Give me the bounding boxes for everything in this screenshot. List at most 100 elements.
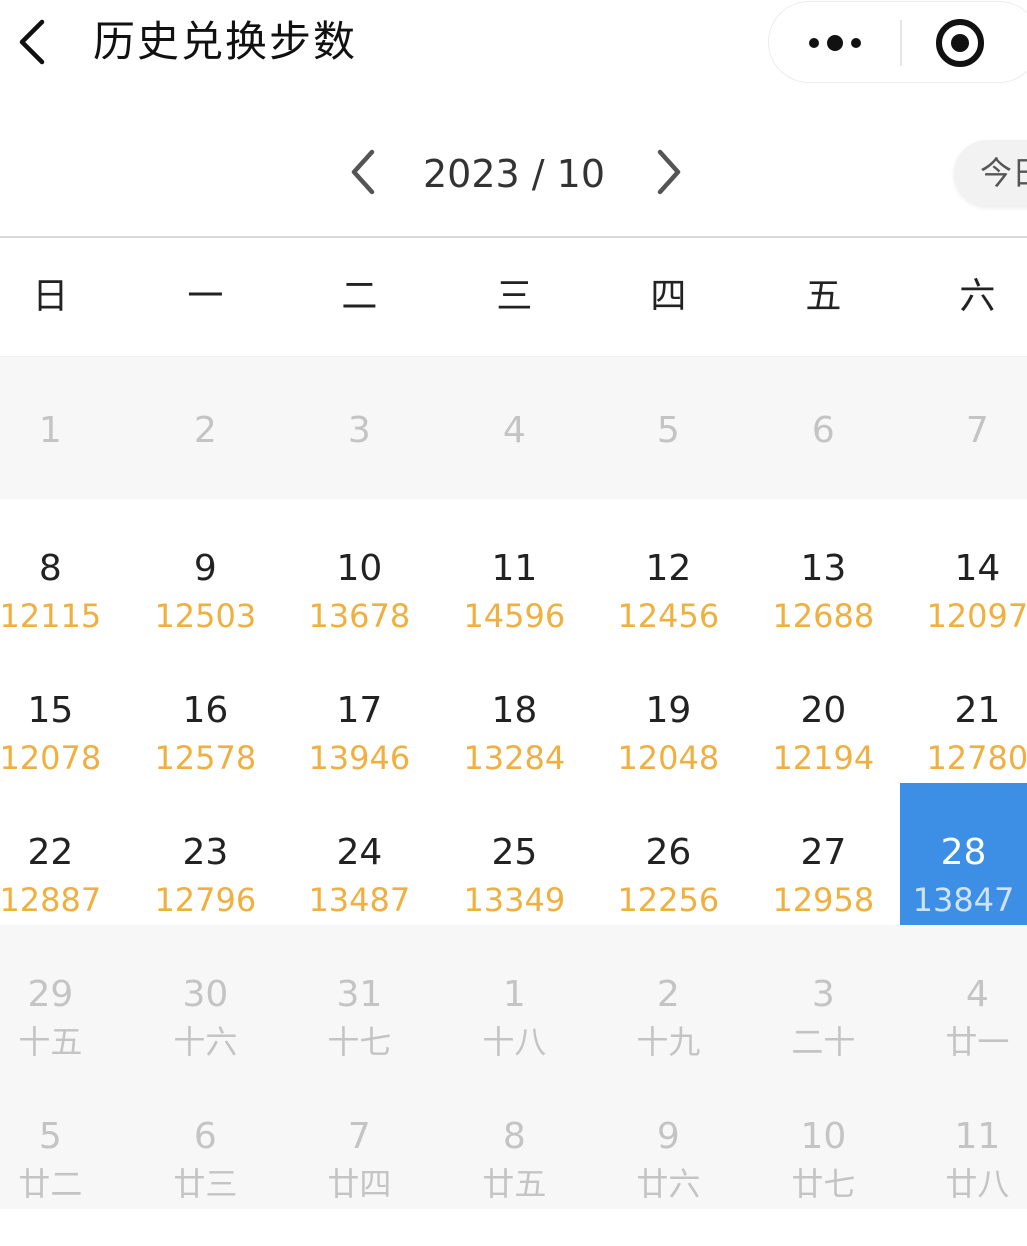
step-count: 13349 — [463, 881, 566, 919]
day-number: 25 — [491, 832, 538, 873]
day-number: 1 — [502, 974, 526, 1015]
calendar-day[interactable]: 14 12097 — [900, 499, 1027, 641]
step-count: 12256 — [617, 881, 720, 919]
capsule-divider — [900, 20, 902, 66]
calendar-day[interactable]: 5 廿二 — [0, 1067, 128, 1209]
calendar-day[interactable]: 10 廿七 — [746, 1067, 901, 1209]
calendar-day[interactable]: 3 — [282, 357, 437, 499]
calendar-day[interactable]: 30 十六 — [128, 925, 283, 1067]
calendar-day[interactable]: 16 12578 — [128, 641, 283, 783]
day-number: 5 — [656, 410, 680, 451]
lunar-date: 十九 — [636, 1023, 701, 1061]
calendar-day[interactable]: 11 14596 — [437, 499, 592, 641]
step-count: 13284 — [463, 739, 566, 777]
calendar-week-row: 5 廿二 6 廿三 7 廿四 8 廿五 9 廿六 10 廿七 11 廿八 — [0, 1067, 1027, 1209]
weekday-label: 日 — [32, 276, 69, 317]
step-count: 12958 — [772, 881, 875, 919]
weekday-label: 二 — [341, 276, 378, 317]
lunar-date: 十六 — [173, 1023, 238, 1061]
more-dots-icon — [827, 35, 843, 51]
weekday-label: 三 — [496, 276, 533, 317]
calendar-day[interactable]: 9 12503 — [128, 499, 283, 641]
step-count: 12097 — [926, 597, 1027, 635]
day-number: 5 — [38, 1116, 62, 1157]
weekday-label: 四 — [650, 276, 687, 317]
lunar-date: 廿六 — [636, 1165, 701, 1203]
prev-month-button[interactable] — [338, 144, 388, 200]
next-month-button[interactable] — [644, 144, 694, 200]
calendar-day[interactable]: 10 13678 — [282, 499, 437, 641]
calendar-day[interactable]: 4 — [437, 357, 592, 499]
calendar-day[interactable]: 23 12796 — [128, 783, 283, 925]
calendar-day[interactable]: 8 12115 — [0, 499, 128, 641]
calendar-week-row: 1 2 3 4 5 6 7 — [0, 357, 1027, 499]
calendar-day[interactable]: 31 十七 — [282, 925, 437, 1067]
calendar-day[interactable]: 9 廿六 — [591, 1067, 746, 1209]
day-number: 11 — [491, 548, 538, 589]
day-number: 29 — [27, 974, 74, 1015]
step-count: 12456 — [617, 597, 720, 635]
calendar-day[interactable]: 21 12780 — [900, 641, 1027, 783]
weekday-label: 五 — [805, 276, 842, 317]
calendar-week-row: 22 12887 23 12796 24 13487 25 13349 26 1… — [0, 783, 1027, 925]
day-number: 9 — [193, 548, 217, 589]
calendar-day[interactable]: 1 — [0, 357, 128, 499]
day-number: 9 — [656, 1116, 680, 1157]
day-number: 11 — [954, 1116, 1001, 1157]
step-count: 13847 — [912, 881, 1015, 919]
day-number: 4 — [965, 974, 989, 1015]
day-number: 13 — [800, 548, 847, 589]
day-number: 20 — [800, 690, 847, 731]
calendar-day[interactable]: 11 廿八 — [900, 1067, 1027, 1209]
back-button[interactable] — [8, 12, 58, 72]
day-number: 8 — [38, 548, 62, 589]
calendar-day[interactable]: 19 12048 — [591, 641, 746, 783]
calendar-day[interactable]: 12 12456 — [591, 499, 746, 641]
day-number: 17 — [336, 690, 383, 731]
step-count: 12048 — [617, 739, 720, 777]
chevron-right-icon — [657, 149, 681, 195]
calendar-day[interactable]: 17 13946 — [282, 641, 437, 783]
calendar-day[interactable]: 4 廿一 — [900, 925, 1027, 1067]
step-count: 13678 — [308, 597, 411, 635]
title-bar: 历史兑换步数 — [0, 0, 1027, 90]
day-number: 21 — [954, 690, 1001, 731]
calendar-day[interactable]: 25 13349 — [437, 783, 592, 925]
calendar-day[interactable]: 7 — [900, 357, 1027, 499]
calendar-day[interactable]: 3 二十 — [746, 925, 901, 1067]
calendar-day[interactable]: 7 廿四 — [282, 1067, 437, 1209]
calendar-day-selected[interactable]: 28 13847 — [900, 783, 1027, 925]
calendar-day[interactable]: 6 廿三 — [128, 1067, 283, 1209]
close-button[interactable] — [929, 12, 991, 74]
calendar-day[interactable]: 24 13487 — [282, 783, 437, 925]
weekday-label: 一 — [187, 276, 224, 317]
lunar-date: 廿七 — [791, 1165, 856, 1203]
today-button[interactable]: 今日 — [954, 140, 1027, 206]
calendar-day[interactable]: 20 12194 — [746, 641, 901, 783]
calendar-day[interactable]: 26 12256 — [591, 783, 746, 925]
day-number: 30 — [182, 974, 229, 1015]
step-count: 12578 — [154, 739, 257, 777]
lunar-date: 廿五 — [482, 1165, 547, 1203]
lunar-date: 廿八 — [945, 1165, 1010, 1203]
chevron-left-icon — [19, 19, 45, 65]
calendar-day[interactable]: 13 12688 — [746, 499, 901, 641]
calendar-day[interactable]: 22 12887 — [0, 783, 128, 925]
calendar-day[interactable]: 2 十九 — [591, 925, 746, 1067]
calendar-day[interactable]: 15 12078 — [0, 641, 128, 783]
more-button[interactable] — [769, 2, 899, 82]
calendar-day[interactable]: 8 廿五 — [437, 1067, 592, 1209]
day-number: 2 — [193, 410, 217, 451]
calendar-day[interactable]: 18 13284 — [437, 641, 592, 783]
weekday-label: 六 — [959, 276, 996, 317]
calendar-day[interactable]: 27 12958 — [746, 783, 901, 925]
calendar-day[interactable]: 6 — [746, 357, 901, 499]
calendar-day[interactable]: 2 — [128, 357, 283, 499]
day-number: 10 — [800, 1116, 847, 1157]
day-number: 2 — [656, 974, 680, 1015]
current-month-label: 2023 / 10 — [422, 152, 606, 196]
day-number: 26 — [645, 832, 692, 873]
calendar-day[interactable]: 5 — [591, 357, 746, 499]
calendar-day[interactable]: 29 十五 — [0, 925, 128, 1067]
calendar-day[interactable]: 1 十八 — [437, 925, 592, 1067]
